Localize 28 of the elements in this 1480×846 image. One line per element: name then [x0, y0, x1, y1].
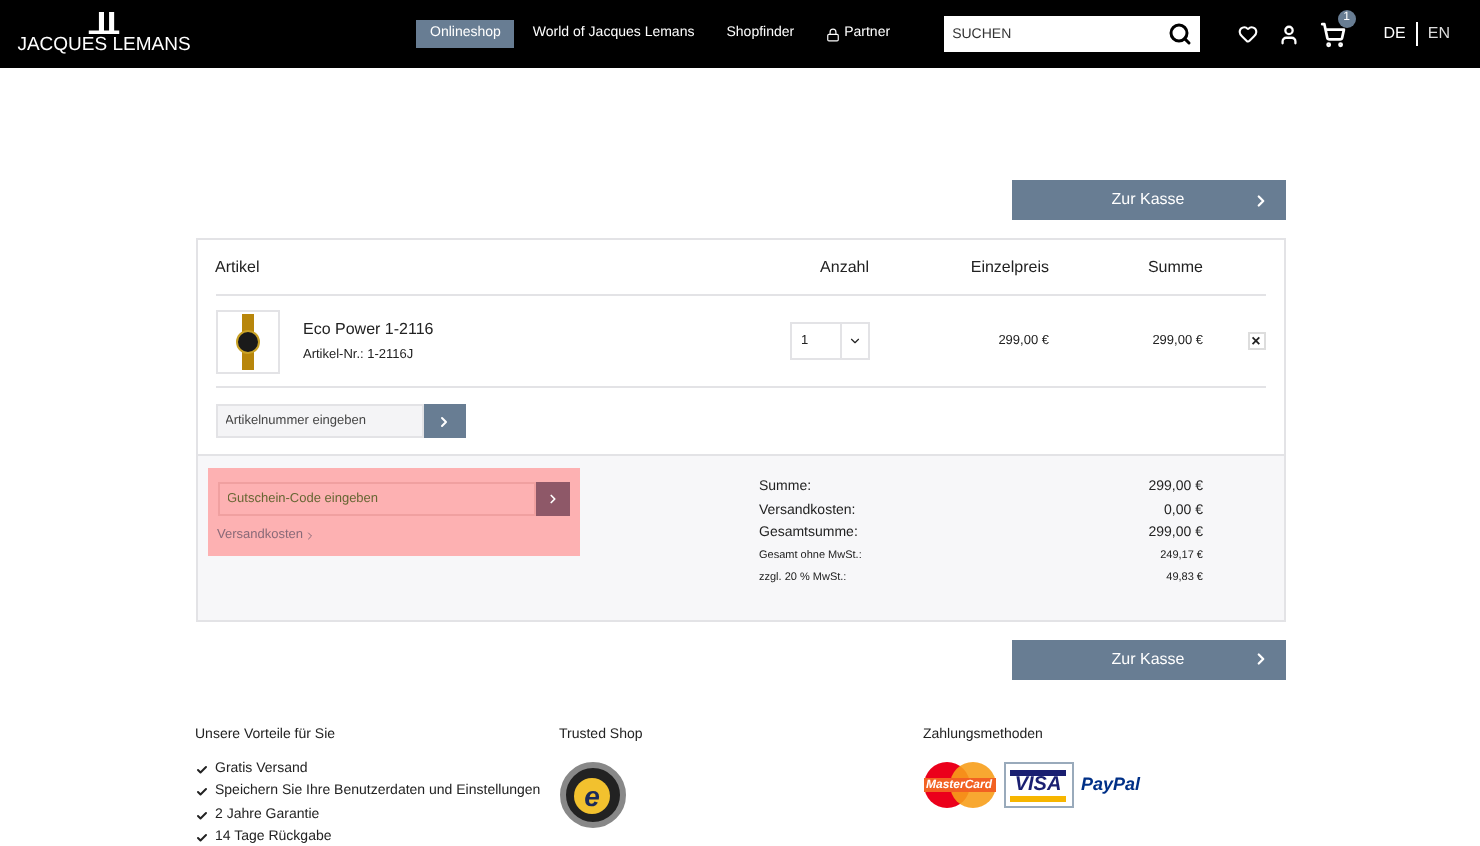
- logo-text: JACQUES LEMANS: [17, 36, 191, 56]
- language-link[interactable]: DE: [1373, 22, 1416, 46]
- column-header: Artikel: [215, 255, 262, 279]
- watch-icon: [235, 313, 259, 369]
- column-header: Anzahl: [818, 255, 869, 279]
- cart-icon[interactable]: [1319, 21, 1346, 47]
- account-icon[interactable]: [1277, 23, 1300, 45]
- chevron-right-icon: [545, 492, 559, 506]
- submit-button[interactable]: [535, 482, 569, 516]
- checkout-button[interactable]: Zur Kasse: [1011, 639, 1285, 679]
- chevron-down-icon: [847, 334, 861, 348]
- search-icon: [1168, 22, 1193, 46]
- search-button[interactable]: [1160, 16, 1201, 52]
- column-header: Einzelpreis: [968, 255, 1049, 279]
- submit-button[interactable]: [423, 404, 465, 438]
- chevron-right-icon: [303, 529, 316, 542]
- remove-button[interactable]: ×: [1247, 332, 1265, 350]
- product-name[interactable]: Eco Power 1-2116: [303, 317, 789, 342]
- logo-icon: [88, 12, 120, 35]
- language-link[interactable]: EN: [1415, 22, 1460, 46]
- trusted-shops-badge: e: [559, 762, 625, 828]
- checkout-button[interactable]: Zur Kasse: [1011, 180, 1285, 220]
- lock-icon: [826, 27, 841, 41]
- paypal-logo: PayPal: [1081, 771, 1141, 798]
- wishlist-icon[interactable]: [1237, 24, 1258, 44]
- visa-logo: VISA: [1003, 762, 1073, 808]
- chevron-right-icon: [436, 413, 452, 429]
- column-header: Summe: [1145, 255, 1203, 279]
